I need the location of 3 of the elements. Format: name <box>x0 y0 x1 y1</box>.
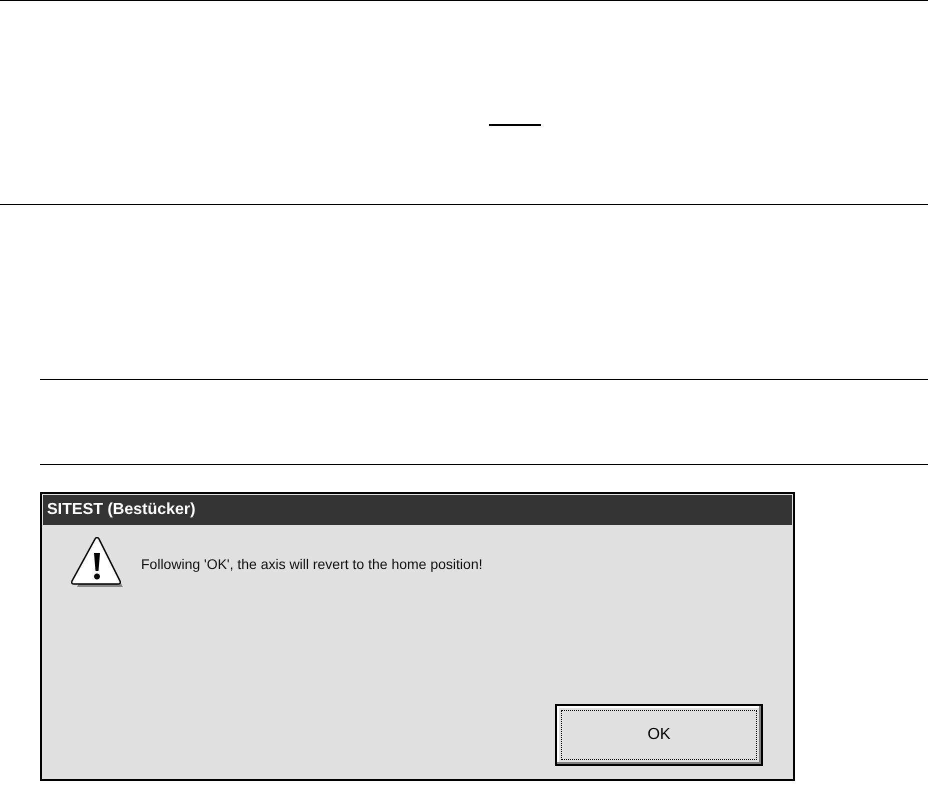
message-text: Following 'OK', the axis will revert to the home position! <box>141 556 482 572</box>
window-title: SITEST (Bestücker) <box>47 501 196 519</box>
ok-button[interactable]: OK <box>555 704 763 766</box>
